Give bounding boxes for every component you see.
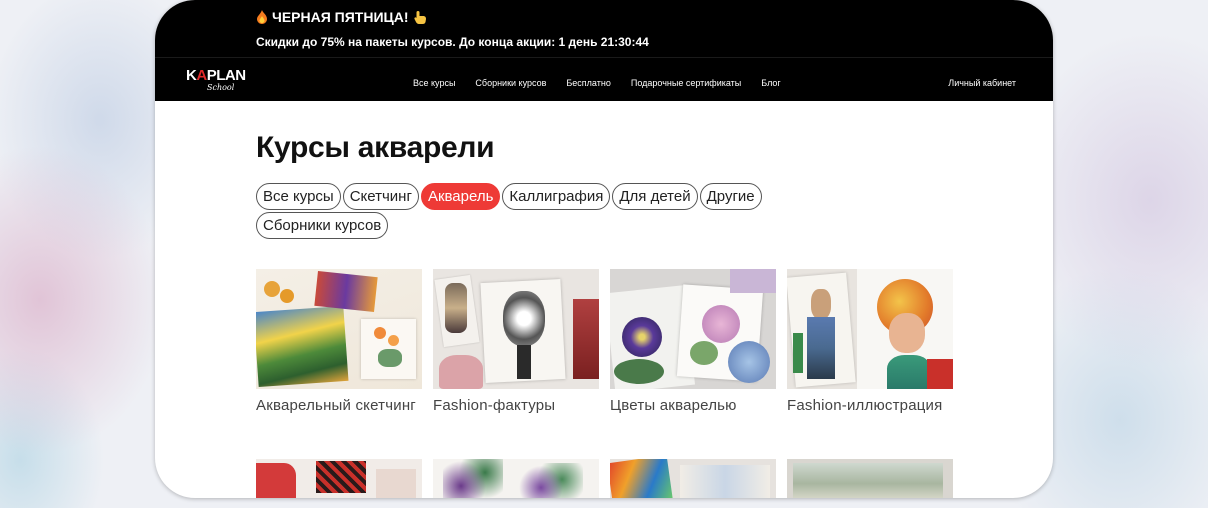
course-grid: Акварельный скетчинг Fashion-фактуры Цве…: [256, 269, 1053, 498]
promo-title: ЧЕРНАЯ ПЯТНИЦА!: [272, 9, 409, 25]
nav-course-bundles[interactable]: Сборники курсов: [475, 78, 546, 89]
course-image[interactable]: [787, 459, 953, 498]
chip-for-kids[interactable]: Для детей: [612, 183, 698, 210]
course-card[interactable]: Цветы акварелью: [610, 269, 776, 440]
main-content: Курсы акварели Все курсы Скетчинг Акваре…: [155, 131, 1053, 498]
promo-banner[interactable]: ЧЕРНАЯ ПЯТНИЦА! Скидки до 75% на пакеты …: [155, 0, 1053, 57]
course-card[interactable]: [787, 459, 953, 498]
nav-gift-certificates[interactable]: Подарочные сертификаты: [631, 78, 741, 89]
logo-subtext: School: [207, 83, 235, 92]
browser-frame: ЧЕРНАЯ ПЯТНИЦА! Скидки до 75% на пакеты …: [155, 0, 1053, 498]
course-card[interactable]: [433, 459, 599, 498]
nav-all-courses[interactable]: Все курсы: [413, 78, 455, 89]
chip-watercolor[interactable]: Акварель: [420, 183, 501, 210]
pointing-hand-icon: [413, 11, 426, 24]
course-image[interactable]: [433, 459, 599, 498]
fire-icon: [257, 10, 267, 24]
course-image[interactable]: [610, 459, 776, 498]
top-nav: KAPLAN School Все курсы Сборники курсов …: [155, 57, 1053, 101]
course-card[interactable]: [610, 459, 776, 498]
course-image[interactable]: [787, 269, 953, 389]
chip-all-courses[interactable]: Все курсы: [256, 183, 341, 210]
promo-subtitle: Скидки до 75% на пакеты курсов. До конца…: [256, 35, 649, 49]
course-card[interactable]: [256, 459, 422, 498]
nav-free[interactable]: Бесплатно: [566, 78, 610, 89]
nav-blog[interactable]: Блог: [761, 78, 780, 89]
chip-other[interactable]: Другие: [699, 183, 762, 210]
account-link[interactable]: Личный кабинет: [948, 78, 1016, 89]
page-title: Курсы акварели: [256, 131, 495, 164]
main-menu: Все курсы Сборники курсов Бесплатно Пода…: [413, 78, 781, 89]
course-card[interactable]: Fashion-фактуры: [433, 269, 599, 440]
logo-text: KAPLAN: [186, 67, 246, 84]
chip-sketching[interactable]: Скетчинг: [342, 183, 419, 210]
kaplan-school-logo[interactable]: KAPLAN School: [186, 68, 250, 96]
course-title[interactable]: Цветы акварелью: [610, 396, 776, 440]
course-image[interactable]: [256, 459, 422, 498]
promo-title-row: ЧЕРНАЯ ПЯТНИЦА!: [256, 8, 1053, 26]
course-image[interactable]: [256, 269, 422, 389]
chip-calligraphy[interactable]: Каллиграфия: [502, 183, 611, 210]
course-title[interactable]: Акварельный скетчинг: [256, 396, 422, 440]
course-title[interactable]: Fashion-иллюстрация: [787, 396, 953, 440]
course-title[interactable]: Fashion-фактуры: [433, 396, 599, 440]
category-filter: Все курсы Скетчинг Акварель Каллиграфия …: [256, 183, 816, 239]
chip-course-bundles[interactable]: Сборники курсов: [256, 212, 389, 239]
course-image[interactable]: [610, 269, 776, 389]
course-card[interactable]: Fashion-иллюстрация: [787, 269, 953, 440]
course-image[interactable]: [433, 269, 599, 389]
course-card[interactable]: Акварельный скетчинг: [256, 269, 422, 440]
